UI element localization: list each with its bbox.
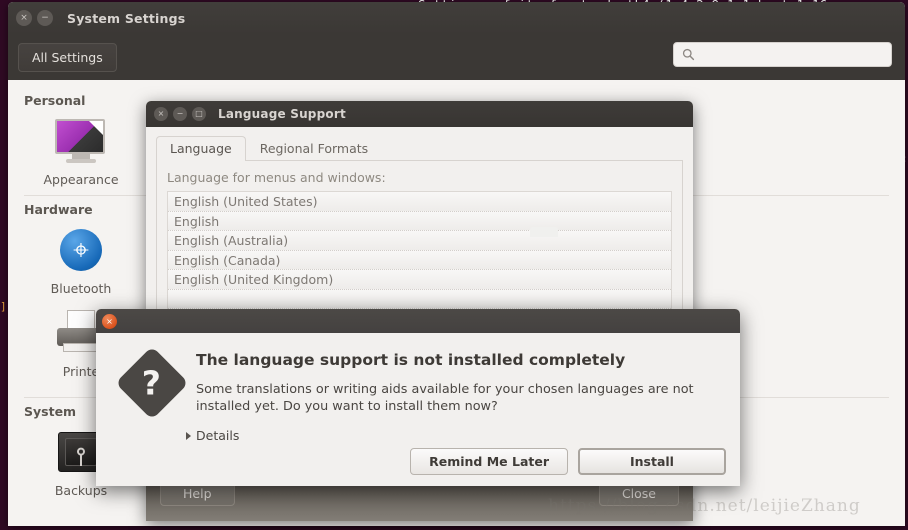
list-item[interactable]: English (Canada) — [168, 250, 671, 270]
close-icon[interactable]: × — [154, 107, 168, 121]
settings-item-bluetooth[interactable]: ⌖ Bluetooth — [22, 219, 140, 296]
chevron-right-icon — [186, 431, 191, 440]
list-item[interactable]: English (United Kingdom) — [168, 270, 671, 290]
install-button[interactable]: Install — [578, 448, 726, 475]
tab-language[interactable]: Language — [156, 136, 246, 161]
list-item[interactable]: English (Australia) — [168, 231, 671, 251]
settings-item-appearance[interactable]: Appearance — [22, 110, 140, 187]
alert-heading: The language support is not installed co… — [196, 351, 626, 369]
tab-regional-formats[interactable]: Regional Formats — [246, 136, 382, 161]
alert-message: Some translations or writing aids availa… — [196, 382, 694, 414]
list-item[interactable]: English (United States) — [168, 192, 671, 212]
search-box[interactable] — [673, 42, 892, 67]
watermark: https://blog.csdn.net/leijieZhang — [548, 496, 861, 516]
appearance-monitor-icon — [22, 114, 140, 168]
window-title: System Settings — [67, 10, 186, 26]
details-label: Details — [196, 428, 240, 443]
close-icon[interactable]: × — [102, 313, 117, 329]
all-settings-button[interactable]: All Settings — [18, 42, 117, 72]
system-settings-toolbar: All Settings — [8, 34, 905, 80]
system-settings-titlebar: × − System Settings — [8, 2, 905, 34]
window-title: Language Support — [218, 107, 346, 121]
search-input[interactable] — [700, 46, 880, 63]
maximize-icon[interactable]: □ — [192, 107, 206, 121]
alert-body: ? The language support is not installed … — [96, 333, 740, 443]
settings-item-label: Backups — [54, 483, 108, 498]
bluetooth-icon: ⌖ — [22, 223, 140, 277]
minimize-icon[interactable]: − — [173, 107, 187, 121]
question-mark-diamond-icon: ? — [114, 346, 196, 443]
settings-item-label: Bluetooth — [50, 281, 112, 296]
tab-bar: Language Regional Formats — [156, 136, 683, 161]
alert-titlebar: × — [96, 309, 740, 333]
minimize-icon[interactable]: − — [37, 10, 53, 26]
close-icon[interactable]: × — [16, 10, 32, 26]
remind-me-later-button[interactable]: Remind Me Later — [410, 448, 568, 475]
language-list-label: Language for menus and windows: — [167, 170, 386, 185]
details-disclosure[interactable]: Details — [186, 428, 722, 443]
alert-text-block: The language support is not installed co… — [186, 349, 722, 443]
language-support-titlebar: × − □ Language Support — [146, 101, 693, 127]
search-icon — [682, 48, 695, 61]
language-list[interactable]: English (United States) English English … — [167, 191, 672, 317]
window-controls: × − □ — [146, 107, 206, 121]
install-alert-dialog: × ? The language support is not installe… — [96, 309, 740, 486]
list-item[interactable] — [168, 289, 671, 309]
list-item[interactable]: English — [168, 211, 671, 231]
window-controls: × − — [8, 10, 53, 26]
alert-button-row: Remind Me Later Install — [410, 448, 726, 475]
settings-item-label: Appearance — [43, 172, 119, 187]
